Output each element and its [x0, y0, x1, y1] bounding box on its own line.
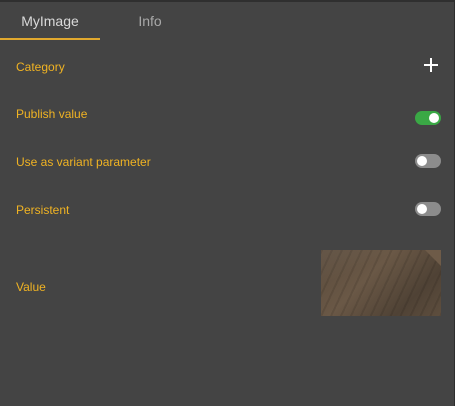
toggle-knob [417, 204, 427, 214]
tab-myimage[interactable]: MyImage [0, 2, 100, 40]
properties-panel: MyImage Info Category Publish value Use … [0, 0, 455, 406]
toggle-knob [417, 156, 427, 166]
image-thumbnail[interactable] [321, 250, 441, 316]
thumbnail-corner [425, 250, 441, 266]
category-row: Category [0, 57, 455, 87]
publish-value-row: Publish value [0, 105, 455, 135]
plus-icon[interactable] [424, 58, 438, 72]
persistent-label: Persistent [16, 203, 70, 217]
persistent-toggle[interactable] [415, 202, 441, 216]
tab-bar: MyImage Info [0, 2, 454, 40]
publish-value-label: Publish value [16, 107, 88, 121]
toggle-knob [429, 113, 439, 123]
use-as-variant-parameter-toggle[interactable] [415, 154, 441, 168]
value-label: Value [16, 280, 46, 294]
category-label: Category [16, 60, 65, 74]
persistent-row: Persistent [0, 201, 455, 231]
use-as-variant-parameter-label: Use as variant parameter [16, 155, 151, 169]
tab-info[interactable]: Info [100, 2, 200, 40]
publish-value-toggle[interactable] [415, 111, 441, 125]
use-as-variant-parameter-row: Use as variant parameter [0, 153, 455, 183]
